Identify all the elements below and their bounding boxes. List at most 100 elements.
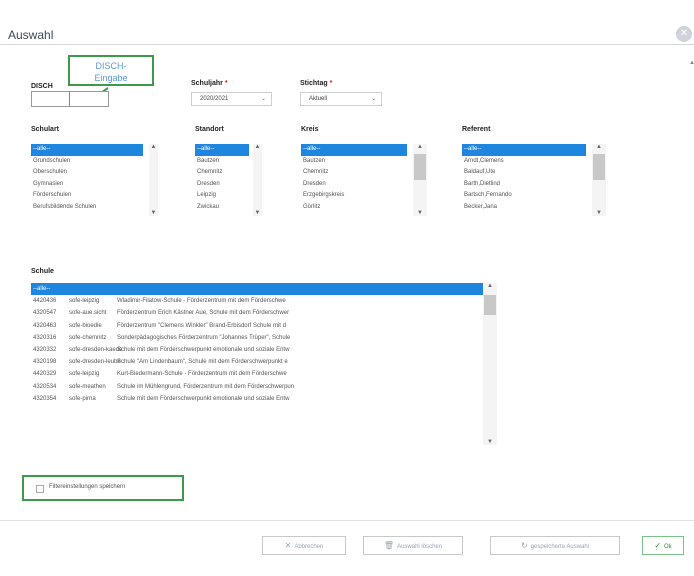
table-row[interactable]: 4320354 sofe-pirna Schule mit dem Fördersc… bbox=[31, 393, 501, 405]
scroll-down-icon[interactable]: ▼ bbox=[483, 439, 497, 445]
list-item[interactable]: Dresden bbox=[301, 179, 431, 191]
school-id: 4420329 bbox=[33, 371, 57, 378]
scroll-thumb[interactable] bbox=[414, 154, 426, 180]
list-item[interactable]: Görlitz bbox=[301, 202, 431, 214]
chevron-down-icon: ⌄ bbox=[370, 96, 376, 102]
referent-label: Referent bbox=[462, 126, 491, 133]
school-id: 4320534 bbox=[33, 383, 57, 390]
dialog-title: Auswahl bbox=[8, 28, 54, 42]
scroll-down-icon[interactable]: ▼ bbox=[149, 210, 158, 216]
list-item[interactable]: Baldauf,Ute bbox=[462, 167, 610, 179]
stichtag-value: Aktuell bbox=[309, 96, 328, 102]
scroll-up-icon[interactable]: ▲ bbox=[689, 60, 694, 66]
table-row[interactable]: 4420329 sofe-leipzig Kurt-Biedermann-Schul… bbox=[31, 368, 501, 380]
school-name: Sonderpädagogisches Förderzentrum "Johan… bbox=[117, 334, 291, 341]
list-item[interactable]: Grundschulen bbox=[31, 156, 163, 168]
list-item[interactable]: Chemnitz bbox=[301, 167, 431, 179]
list-item[interactable]: --alle-- bbox=[195, 144, 249, 156]
required-mark: * bbox=[224, 80, 228, 87]
scrollbar[interactable]: ▲ ▼ bbox=[149, 144, 158, 216]
required-mark: * bbox=[329, 80, 333, 87]
standort-list[interactable]: --alle-- Bautzen Chemnitz Dresden Leipzi… bbox=[195, 144, 265, 216]
save-filter-label[interactable]: Filtereinstellungen speichern bbox=[49, 484, 125, 490]
scroll-down-icon[interactable]: ▼ bbox=[253, 210, 262, 216]
disch-input[interactable] bbox=[31, 91, 109, 107]
schuljahr-label-text: Schuljahr bbox=[191, 80, 223, 87]
scroll-down-icon[interactable]: ▼ bbox=[413, 210, 427, 216]
school-code: sofe-pirna bbox=[69, 395, 96, 402]
scroll-up-icon[interactable]: ▲ bbox=[253, 144, 262, 150]
list-item[interactable]: --alle-- bbox=[301, 144, 407, 156]
list-item[interactable]: Oberschulen bbox=[31, 167, 163, 179]
scrollbar[interactable]: ▲ ▼ bbox=[253, 144, 262, 216]
dialog-scrollbar[interactable]: ▲ bbox=[689, 60, 694, 520]
school-name: Schule im Mühlengrund, Förderzentrum mit… bbox=[117, 383, 295, 390]
save-filter-checkbox[interactable] bbox=[36, 485, 44, 493]
standort-label: Standort bbox=[195, 126, 224, 133]
kreis-label: Kreis bbox=[301, 126, 319, 133]
ok-button[interactable]: ✓ Ok bbox=[642, 536, 684, 555]
list-item[interactable]: Gymnasien bbox=[31, 179, 163, 191]
stichtag-select[interactable]: Aktuell ⌄ bbox=[300, 92, 382, 106]
scrollbar[interactable]: ▲ ▼ bbox=[592, 144, 606, 216]
table-row[interactable]: 4320316 sofe-chemnitz Sonderpädagogisches … bbox=[31, 332, 501, 344]
scroll-down-icon[interactable]: ▼ bbox=[592, 210, 606, 216]
table-row[interactable]: 4320198 sofe-dresden-leubeSchule "Am Lind… bbox=[31, 356, 501, 368]
disch-label: DISCH bbox=[31, 83, 53, 90]
table-row[interactable]: 4320534 sofe-meathen Schule im Mühlengrund… bbox=[31, 381, 501, 393]
schuljahr-value: 2020/2021 bbox=[200, 96, 229, 102]
check-icon: ✓ bbox=[654, 541, 662, 550]
school-code: sofe-bioedie bbox=[69, 322, 102, 329]
table-row[interactable]: 4320332 sofe-dresden-kaedeSchule mit dem … bbox=[31, 344, 501, 356]
list-item[interactable]: Berufsbildende Schulen bbox=[31, 202, 163, 214]
chevron-down-icon: ⌄ bbox=[260, 96, 266, 102]
scroll-up-icon[interactable]: ▲ bbox=[149, 144, 158, 150]
table-row[interactable]: 4420436 sofe-leipzig Wladimir-Filatow-Schu… bbox=[31, 295, 501, 307]
list-item[interactable]: Erzgebirgskreis bbox=[301, 190, 431, 202]
table-row[interactable]: 4320547 sofe-aue.sicht Förderzentrum Erich… bbox=[31, 307, 501, 319]
scroll-thumb[interactable] bbox=[484, 295, 496, 315]
input-divider bbox=[69, 92, 70, 106]
school-code: sofe-meathen bbox=[69, 383, 106, 390]
list-item[interactable]: Förderschulen bbox=[31, 190, 163, 202]
saved-selection-button[interactable]: ↻ gespeicherte Auswahl bbox=[490, 536, 620, 555]
list-item[interactable]: --alle-- bbox=[462, 144, 586, 156]
list-item[interactable]: --alle-- bbox=[31, 144, 143, 156]
stichtag-label: Stichtag * bbox=[300, 80, 332, 87]
callout-line-1: DISCH- bbox=[95, 61, 127, 71]
list-item[interactable]: Becker,Jana bbox=[462, 202, 610, 214]
dialog-footer: ✕ Abbrechen 🗑 Auswahl löschen ↻ gespeichert… bbox=[0, 520, 694, 576]
list-item[interactable]: Bartsch,Fernando bbox=[462, 190, 610, 202]
kreis-list[interactable]: --alle-- Bautzen Chemnitz Dresden Erzgeb… bbox=[301, 144, 431, 216]
trash-icon: 🗑 bbox=[383, 541, 395, 550]
close-icon[interactable]: ✕ bbox=[676, 26, 692, 42]
refresh-icon: ↻ bbox=[520, 541, 528, 550]
scroll-up-icon[interactable]: ▲ bbox=[413, 144, 427, 150]
school-id: 4320547 bbox=[33, 310, 57, 317]
school-code: sofe-leipzig bbox=[69, 371, 100, 378]
cancel-label: Abbrechen bbox=[294, 544, 324, 550]
save-filter-highlight: Filtereinstellungen speichern bbox=[22, 475, 184, 501]
cancel-button[interactable]: ✕ Abbrechen bbox=[262, 536, 346, 555]
scroll-up-icon[interactable]: ▲ bbox=[592, 144, 606, 150]
list-item[interactable]: --alle-- bbox=[31, 283, 483, 296]
table-row[interactable]: 4320463 sofe-bioedie Förderzentrum "Clemen… bbox=[31, 320, 501, 332]
scroll-thumb[interactable] bbox=[593, 154, 605, 180]
list-item[interactable]: Arndt,Clemens bbox=[462, 156, 610, 168]
schule-label: Schule bbox=[31, 268, 54, 275]
scrollbar[interactable]: ▲ ▼ bbox=[413, 144, 427, 216]
referent-list[interactable]: --alle-- Arndt,Clemens Baldauf,Ute Barth… bbox=[462, 144, 610, 216]
list-item[interactable]: Bautzen bbox=[301, 156, 431, 168]
ok-label: Ok bbox=[664, 544, 672, 550]
schulart-list[interactable]: --alle-- Grundschulen Oberschulen Gymnas… bbox=[31, 144, 163, 216]
clear-selection-button[interactable]: 🗑 Auswahl löschen bbox=[363, 536, 463, 555]
x-icon: ✕ bbox=[284, 541, 292, 550]
scrollbar[interactable]: ▲ ▼ bbox=[483, 283, 497, 445]
scroll-up-icon[interactable]: ▲ bbox=[483, 283, 497, 289]
schule-list[interactable]: --alle-- 4420436 sofe-leipzig Wladimir-Fil… bbox=[31, 283, 501, 445]
schuljahr-label: Schuljahr * bbox=[191, 80, 228, 87]
school-code: sofe-dresden-kaede bbox=[69, 346, 123, 353]
list-item[interactable]: Barth,Dietlind bbox=[462, 179, 610, 191]
schuljahr-select[interactable]: 2020/2021 ⌄ bbox=[191, 92, 272, 106]
school-name: Schule mit dem Förderschwerpunkt emotion… bbox=[117, 395, 290, 402]
